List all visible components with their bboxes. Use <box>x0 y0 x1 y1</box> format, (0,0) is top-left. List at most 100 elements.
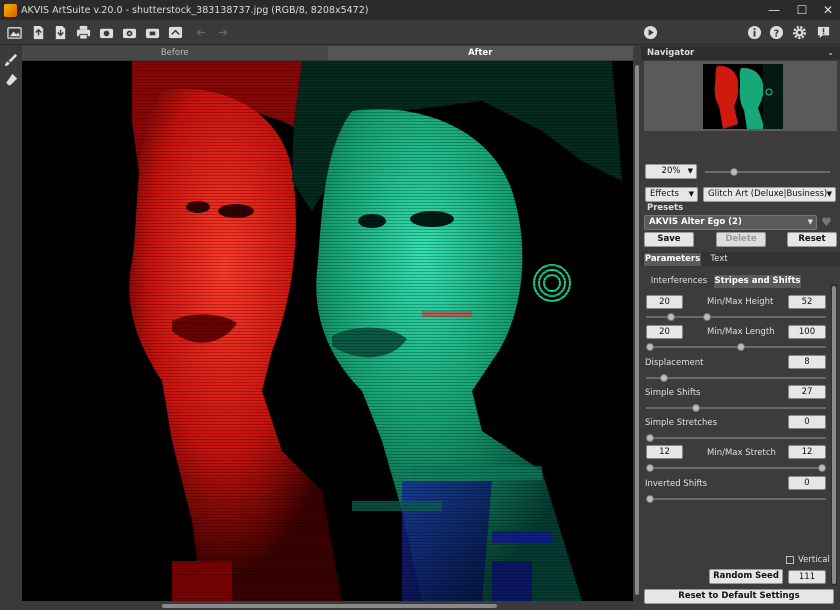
min-height-input[interactable]: 20 <box>646 295 683 309</box>
zoom-select[interactable]: 20% ▼ <box>645 164 697 179</box>
navigator-thumbnail <box>703 64 783 129</box>
simple-shifts-input[interactable]: 27 <box>788 385 826 399</box>
minimize-icon[interactable]: — <box>760 0 788 20</box>
title-bar: AKVIS ArtSuite v.20.0 - shutterstock_383… <box>0 0 840 20</box>
simple-stretches-slider-track[interactable] <box>646 437 826 439</box>
glitch-portrait-image <box>22 61 633 601</box>
favorite-heart-icon[interactable]: ♥ <box>821 215 832 229</box>
image-canvas[interactable] <box>22 61 633 601</box>
chevron-down-icon: ▼ <box>807 218 813 226</box>
displacement-knob[interactable] <box>659 374 668 382</box>
chevron-down-icon: ▼ <box>688 190 694 198</box>
print-icon[interactable] <box>75 24 92 41</box>
vertical-scrollbar[interactable] <box>633 61 641 601</box>
max-length-knob[interactable] <box>737 343 746 351</box>
zoom-slider-track[interactable] <box>705 171 830 173</box>
preset-export-icon[interactable] <box>144 24 161 41</box>
seed-input[interactable]: 111 <box>788 570 826 584</box>
subtab-stripes-and-shifts[interactable]: Stripes and Shifts <box>714 275 801 288</box>
max-height-input[interactable]: 52 <box>788 295 826 309</box>
tab-parameters[interactable]: Parameters <box>644 253 701 266</box>
tab-text[interactable]: Text <box>703 253 735 266</box>
inverted-shifts-label: Inverted Shifts <box>645 479 708 489</box>
run-icon[interactable] <box>642 24 659 41</box>
navigator-preview[interactable] <box>644 61 837 131</box>
tab-before[interactable]: Before <box>22 46 328 60</box>
inverted-shifts-input[interactable]: 0 <box>788 476 826 490</box>
collapse-icon[interactable]: ⌄ <box>827 48 834 57</box>
max-stretch-knob[interactable] <box>818 464 826 472</box>
min-stretch-input[interactable]: 12 <box>646 445 683 459</box>
displacement-input[interactable]: 8 <box>788 355 826 369</box>
navigator-header: Navigator <box>641 46 840 60</box>
panel-scrollbar[interactable] <box>831 284 837 586</box>
effect-select[interactable]: Glitch Art (Deluxe|Business) ▼ <box>703 187 836 202</box>
window-title: AKVIS ArtSuite v.20.0 - shutterstock_383… <box>21 4 369 16</box>
chevron-down-icon: ▼ <box>687 167 693 175</box>
panel-scroll-thumb[interactable] <box>832 286 836 584</box>
vertical-scroll-thumb[interactable] <box>635 65 639 595</box>
svg-text:?: ? <box>774 28 779 39</box>
min-max-length-label: Min/Max Length <box>707 327 775 337</box>
settings-icon[interactable] <box>791 24 808 41</box>
simple-shifts-knob[interactable] <box>692 404 701 412</box>
effects-label: Effects <box>650 189 679 199</box>
vertical-label: Vertical <box>798 555 830 565</box>
reset-default-settings-button[interactable]: Reset to Default Settings <box>644 589 834 604</box>
toolbar: ? <box>0 20 840 45</box>
max-length-input[interactable]: 100 <box>788 325 826 339</box>
preset-import-icon[interactable] <box>121 24 138 41</box>
redo-icon[interactable] <box>214 24 231 41</box>
simple-stretches-knob[interactable] <box>646 434 654 442</box>
brush-tool-icon[interactable] <box>2 50 20 68</box>
home-icon[interactable] <box>4 24 24 41</box>
min-max-height-label: Min/Max Height <box>707 297 774 307</box>
eraser-tool-icon[interactable] <box>2 70 20 88</box>
zoom-slider-knob[interactable] <box>730 168 738 176</box>
notification-icon[interactable] <box>815 24 832 41</box>
save-icon[interactable] <box>52 24 69 41</box>
min-length-knob[interactable] <box>646 343 654 351</box>
share-icon[interactable] <box>167 24 184 41</box>
left-toolbar <box>0 46 22 610</box>
inverted-shifts-slider-track[interactable] <box>646 498 826 500</box>
preset-select[interactable]: AKVIS Alter Ego (2) ▼ <box>644 215 817 230</box>
info-icon[interactable] <box>746 24 763 41</box>
undo-icon[interactable] <box>193 24 210 41</box>
displacement-label: Displacement <box>645 358 704 368</box>
save-preset-button[interactable]: Save <box>644 232 694 247</box>
min-length-input[interactable]: 20 <box>646 325 683 339</box>
view-tabs: Before After <box>22 46 633 60</box>
stretch-slider-track[interactable] <box>646 467 826 469</box>
length-slider-track[interactable] <box>646 346 826 348</box>
delete-preset-button[interactable]: Delete <box>716 232 766 247</box>
horizontal-scroll-thumb[interactable] <box>162 604 497 608</box>
chevron-down-icon: ▼ <box>826 190 832 198</box>
open-icon[interactable] <box>30 24 47 41</box>
app-logo-icon <box>4 3 17 17</box>
inverted-shifts-knob[interactable] <box>646 495 654 503</box>
preset-selected: AKVIS Alter Ego (2) <box>649 217 742 227</box>
effect-selected: Glitch Art (Deluxe|Business) <box>708 189 828 199</box>
min-stretch-knob[interactable] <box>646 464 654 472</box>
effects-button[interactable]: Effects ▼ <box>645 187 698 202</box>
reset-preset-button[interactable]: Reset <box>787 232 837 247</box>
min-height-knob[interactable] <box>666 313 675 321</box>
zoom-value: 20% <box>661 166 681 176</box>
displacement-slider-track[interactable] <box>646 377 826 379</box>
close-icon[interactable]: ✕ <box>814 0 840 20</box>
horizontal-scrollbar[interactable] <box>22 601 633 610</box>
vertical-checkbox[interactable] <box>786 556 794 564</box>
min-max-stretch-label: Min/Max Stretch <box>707 448 776 458</box>
tab-after[interactable]: After <box>327 46 633 60</box>
help-icon[interactable]: ? <box>768 24 785 41</box>
random-seed-button[interactable]: Random Seed <box>709 569 783 584</box>
subtab-interferences[interactable]: Interferences <box>646 275 712 288</box>
max-stretch-input[interactable]: 12 <box>788 445 826 459</box>
max-height-knob[interactable] <box>702 313 711 321</box>
batch-icon[interactable] <box>98 24 115 41</box>
maximize-icon[interactable]: ☐ <box>788 0 816 20</box>
simple-stretches-input[interactable]: 0 <box>788 415 826 429</box>
simple-shifts-label: Simple Shifts <box>645 388 701 398</box>
simple-shifts-slider-track[interactable] <box>646 407 826 409</box>
